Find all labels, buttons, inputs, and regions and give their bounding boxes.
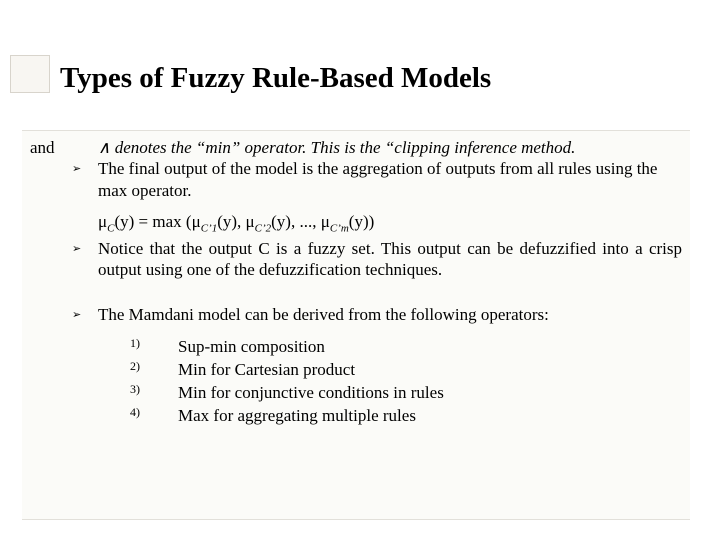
formula: μC(y) = max (μC’1(y), μC’2(y), ..., μC’m… [98,211,682,236]
num-text-2: Min for Cartesian product [178,359,355,380]
sub-cp: C’ [201,222,212,234]
lead-spacer [30,304,72,325]
row-min-operator: and ∧ denotes the “min” operator. This i… [30,137,682,158]
bullet-icon: ➢ [72,304,98,325]
list-item: 1) Sup-min composition [130,336,682,357]
mamdani-text: The Mamdani model can be derived from th… [98,304,682,325]
slide-body: and ∧ denotes the “min” operator. This i… [22,130,690,520]
f-yclose: (y)) [349,212,374,231]
sub-m: m [341,222,349,234]
num-label-3: 3) [130,382,178,403]
row-notice: ➢ Notice that the output C is a fuzzy se… [30,238,682,281]
numbered-list: 1) Sup-min composition 2) Min for Cartes… [130,336,682,427]
num-label-1: 1) [130,336,178,357]
num-text-4: Max for aggregating multiple rules [178,405,416,426]
spacer [30,290,682,304]
slide: Types of Fuzzy Rule-Based Models and ∧ d… [0,0,720,540]
list-item: 2) Min for Cartesian product [130,359,682,380]
mu: μ [321,212,330,231]
mu: μ [98,212,107,231]
notice-text: Notice that the output C is a fuzzy set.… [98,238,682,281]
mu: μ [246,212,255,231]
num-label-4: 4) [130,405,178,426]
aggregation-text: The final output of the model is the agg… [98,158,682,201]
row-aggregation: ➢ The final output of the model is the a… [30,158,682,201]
row-mamdani: ➢ The Mamdani model can be derived from … [30,304,682,325]
bullet-icon: ➢ [72,158,98,201]
f-yarg2: (y), [271,212,299,231]
mu: μ [192,212,201,231]
list-item: 4) Max for aggregating multiple rules [130,405,682,426]
slide-title: Types of Fuzzy Rule-Based Models [60,62,491,95]
f-prefix: (y) = max ( [114,212,191,231]
num-label-2: 2) [130,359,178,380]
min-operator-italic: denotes the “min” operator. This is the … [110,138,575,157]
bullet-icon: ➢ [72,238,98,281]
title-accent-box [10,55,50,93]
f-ellipsis: ..., [299,212,320,231]
wedge-symbol: ∧ [98,138,110,157]
lead-spacer [30,238,72,281]
num-text-3: Min for conjunctive conditions in rules [178,382,444,403]
lead-spacer [30,158,72,201]
lead-and: and [30,137,72,158]
list-item: 3) Min for conjunctive conditions in rul… [130,382,682,403]
sub-cp: C’ [330,222,341,234]
bullet-icon [72,137,98,158]
sub-cp: C’ [255,222,266,234]
num-text-1: Sup-min composition [178,336,325,357]
min-operator-text: ∧ denotes the “min” operator. This is th… [98,137,682,158]
f-yarg1: (y), [217,212,245,231]
